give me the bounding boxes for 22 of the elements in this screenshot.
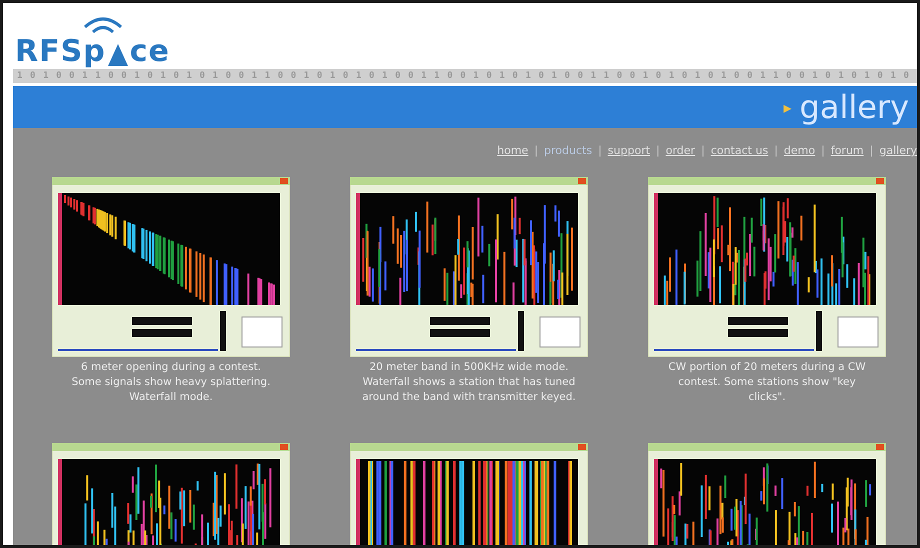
image-caption: 20 meter band in 500KHz wide mode. Waterfall shows a station that has tuned around the band with transmitter keyed. bbox=[361, 360, 577, 405]
image-caption: CW portion of 20 meters during a CW contest. Some stations show "key clicks". bbox=[667, 360, 867, 405]
nav-link[interactable]: forum bbox=[830, 144, 864, 157]
arrow-icon: ▸ bbox=[783, 98, 792, 116]
nav-separator: | bbox=[598, 144, 602, 157]
image-caption: 6 meter opening during a contest. Some signals show heavy splattering. Waterfall mode. bbox=[70, 360, 272, 405]
nav-separator: | bbox=[870, 144, 874, 157]
nav-separator: | bbox=[534, 144, 538, 157]
logo[interactable]: RFSp ce bbox=[15, 37, 170, 67]
nav-separator: | bbox=[656, 144, 660, 157]
nav-link[interactable]: contact us bbox=[710, 144, 768, 157]
nav-separator: | bbox=[821, 144, 825, 157]
nav-link[interactable]: demo bbox=[784, 144, 816, 157]
triangle-icon bbox=[108, 44, 128, 66]
nav-link[interactable]: home bbox=[497, 144, 528, 157]
nav-link[interactable]: support bbox=[608, 144, 650, 157]
nav-link[interactable]: order bbox=[666, 144, 696, 157]
nav-separator: | bbox=[774, 144, 778, 157]
nav-separator: | bbox=[701, 144, 705, 157]
nav-link[interactable]: products bbox=[544, 144, 592, 157]
page-title: gallery bbox=[800, 91, 909, 123]
nav-link[interactable]: gallery bbox=[879, 144, 917, 157]
